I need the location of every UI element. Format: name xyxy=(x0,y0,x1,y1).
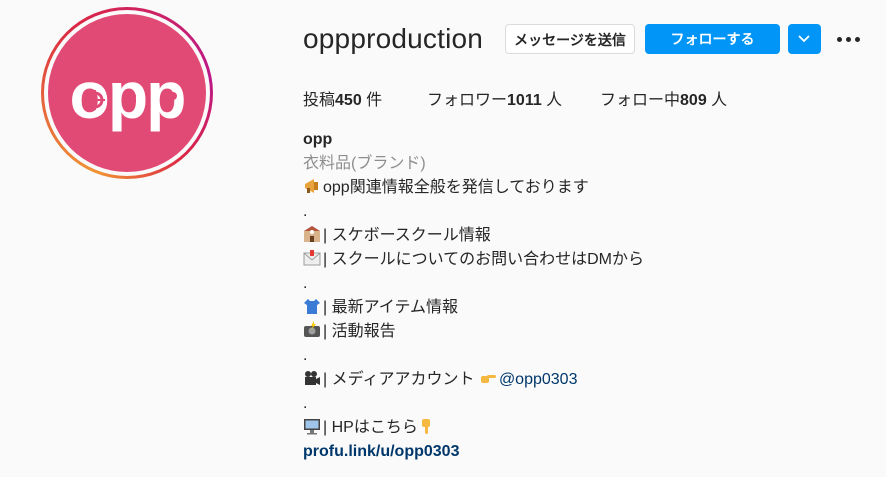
more-dot-icon xyxy=(846,37,851,42)
followers-label: フォロワー xyxy=(427,92,508,109)
posts-stat: 投稿450 件 xyxy=(303,86,382,110)
bio-dot-2: . xyxy=(303,275,308,292)
more-dot-icon xyxy=(837,37,842,42)
movie-camera-icon xyxy=(305,371,320,385)
school-icon xyxy=(304,226,320,242)
more-dot-icon xyxy=(855,37,860,42)
followers-stat[interactable]: フォロワー1011 人 xyxy=(427,86,562,110)
following-label: フォロー中 xyxy=(600,92,681,109)
avatar[interactable]: opp xyxy=(48,14,206,172)
posts-unit: 件 xyxy=(361,92,383,109)
bio-category: 衣料品(ブランド) xyxy=(303,155,426,172)
chevron-down-icon xyxy=(798,35,810,43)
following-stat[interactable]: フォロー中809 人 xyxy=(600,86,727,110)
bio-line-5: | 活動報告 xyxy=(303,320,396,344)
followers-unit: 人 xyxy=(541,92,563,109)
bio-dot-1: . xyxy=(303,203,308,220)
shirt-icon xyxy=(304,299,320,314)
opp-logo: opp xyxy=(70,58,187,132)
bio-line-4: | 最新アイテム情報 xyxy=(303,296,458,320)
bio-name: opp xyxy=(303,131,333,148)
pointing-right-icon xyxy=(480,375,496,383)
envelope-icon xyxy=(303,250,321,266)
bio-line-1-text: opp関連情報全般を発信しております xyxy=(323,179,589,196)
follow-button[interactable]: フォローする xyxy=(645,24,780,54)
suggested-dropdown-button[interactable] xyxy=(788,24,821,54)
bio-line-4-text: | 最新アイテム情報 xyxy=(323,299,459,316)
avatar-logo-text: opp xyxy=(70,58,185,132)
bio-line-3-text: | スクールについてのお問い合わせはDMから xyxy=(323,251,645,268)
bio-line-3: | スクールについてのお問い合わせはDMから xyxy=(303,248,644,272)
bio-line-7: | HPはこちら xyxy=(303,416,438,440)
megaphone-icon xyxy=(305,179,318,193)
computer-icon xyxy=(304,419,320,435)
message-button[interactable]: メッセージを送信 xyxy=(505,24,635,54)
profile-avatar-ring[interactable]: opp xyxy=(41,7,213,179)
mention-link[interactable]: @opp0303 xyxy=(499,371,578,388)
bio-dot-3: . xyxy=(303,347,308,364)
bio-dot-4: . xyxy=(303,395,308,412)
posts-label: 投稿 xyxy=(303,92,336,109)
bio-line-6: | メディアアカウント @opp0303 xyxy=(303,368,577,392)
bio-line-5-text: | 活動報告 xyxy=(323,323,396,340)
more-options-button[interactable] xyxy=(835,28,863,50)
profile-username: oppproduction xyxy=(303,23,484,54)
website-link[interactable]: profu.link/u/opp0303 xyxy=(303,440,459,464)
following-count: 809 xyxy=(680,92,707,109)
followers-count: 1011 xyxy=(507,92,542,109)
bio-line-2: | スケボースクール情報 xyxy=(303,224,491,248)
posts-count: 450 xyxy=(335,92,362,109)
following-unit: 人 xyxy=(706,92,728,109)
bio-line-2-text: | スケボースクール情報 xyxy=(323,227,491,244)
bio-line-6-text: | メディアアカウント xyxy=(323,371,479,388)
camera-flash-icon xyxy=(304,321,320,337)
pointing-down-icon xyxy=(421,419,430,434)
bio-line-1: opp関連情報全般を発信しております xyxy=(303,176,589,200)
bio-line-7-text: | HPはこちら xyxy=(323,419,418,436)
